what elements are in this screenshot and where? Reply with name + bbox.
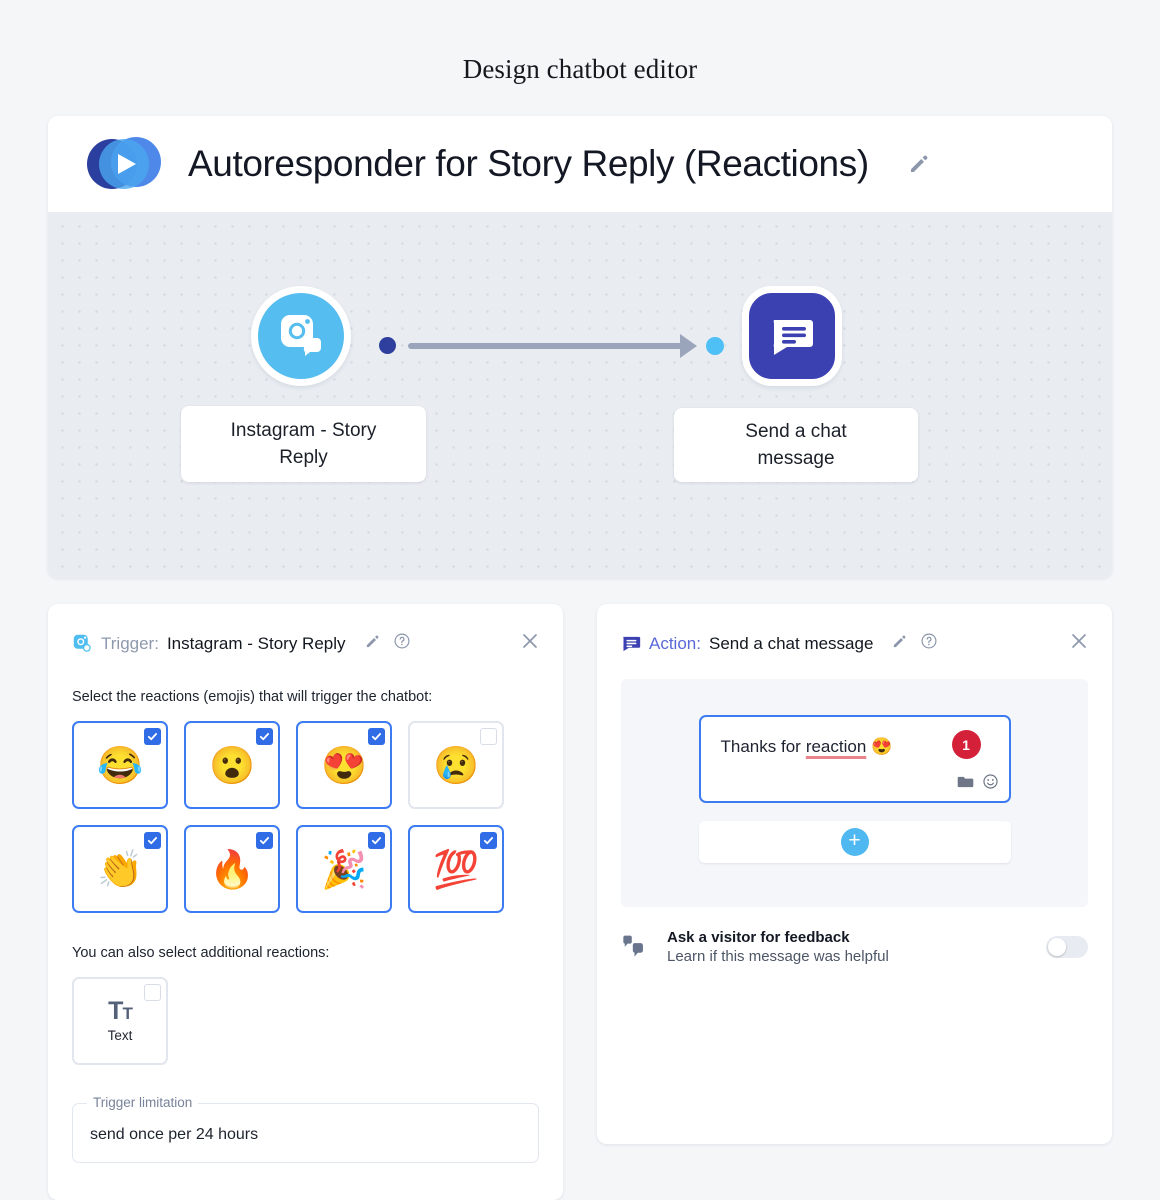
smiley-icon xyxy=(982,774,998,789)
reaction-checkbox[interactable] xyxy=(256,832,273,849)
reaction-checkbox[interactable] xyxy=(144,728,161,745)
close-icon xyxy=(523,634,537,648)
instagram-icon xyxy=(73,634,91,652)
feedback-title: Ask a visitor for feedback xyxy=(667,929,850,946)
message-text[interactable]: Thanks for reaction 😍 xyxy=(721,737,893,757)
pencil-icon xyxy=(894,635,906,647)
connector-arrowhead xyxy=(680,334,697,358)
party-popper-icon: 🎉 xyxy=(320,848,368,890)
fire-icon: 🔥 xyxy=(208,848,256,890)
attach-folder-button[interactable] xyxy=(957,773,974,795)
reaction-checkbox[interactable] xyxy=(256,728,273,745)
reaction-checkbox[interactable] xyxy=(368,832,385,849)
action-label-line1: Send a chat xyxy=(745,421,847,442)
edit-title-button[interactable] xyxy=(907,152,931,176)
reaction-option[interactable]: 💯 xyxy=(408,825,504,913)
action-panel: Action: Send a chat message Thanks for r… xyxy=(597,604,1112,1144)
page-title: Design chatbot editor xyxy=(462,54,698,84)
flow-canvas[interactable]: Instagram - Story Reply Send a chat mess… xyxy=(48,212,1112,578)
message-text-before: Thanks for xyxy=(720,737,801,756)
pencil-icon xyxy=(366,635,378,647)
flow-node-action-label[interactable]: Send a chat message xyxy=(674,408,918,482)
face-with-tears-of-joy-icon: 😂 xyxy=(96,744,144,786)
action-target-name: Send a chat message xyxy=(708,633,874,653)
feedback-setting-row: Ask a visitor for feedback Learn if this… xyxy=(621,929,1088,965)
message-input-box[interactable]: Thanks for reaction 😍 1 xyxy=(698,715,1011,803)
trigger-limitation-legend: Trigger limitation xyxy=(87,1095,199,1110)
reaction-checkbox[interactable] xyxy=(368,728,385,745)
crying-face-icon: 😢 xyxy=(432,744,480,786)
clapping-hands-icon: 👏 xyxy=(96,848,144,890)
connector-in-dot xyxy=(706,337,724,355)
message-editor-area: Thanks for reaction 😍 1 + xyxy=(621,679,1088,907)
chatbot-editor-card: Autoresponder for Story Reply (Reactions… xyxy=(48,116,1112,578)
question-circle-icon xyxy=(394,633,410,649)
reaction-option[interactable]: 👏 xyxy=(72,825,168,913)
text-reaction-option[interactable]: TT Text xyxy=(72,977,168,1065)
trigger-label-line1: Instagram - Story xyxy=(230,420,377,441)
app-header: Autoresponder for Story Reply (Reactions… xyxy=(48,116,1112,212)
trigger-close-button[interactable] xyxy=(519,630,541,657)
trigger-edit-button[interactable] xyxy=(364,633,381,655)
text-reaction-checkbox[interactable] xyxy=(144,984,161,1001)
hundred-points-icon: 💯 xyxy=(432,848,480,890)
add-message-card[interactable]: + xyxy=(698,821,1011,863)
action-kind-label: Action: xyxy=(649,633,701,653)
flow-node-action-icon[interactable] xyxy=(742,286,842,386)
plus-icon[interactable]: + xyxy=(840,828,869,856)
reaction-option[interactable]: 😮 xyxy=(184,721,280,809)
trigger-panel-header: Trigger: Instagram - Story Reply xyxy=(48,604,563,657)
app-title: Autoresponder for Story Reply (Reactions… xyxy=(188,143,869,184)
message-count-badge: 1 xyxy=(951,730,981,759)
text-reaction-label: Text xyxy=(107,1028,133,1043)
trigger-kind-label: Trigger: xyxy=(101,633,159,653)
reaction-checkbox[interactable] xyxy=(480,728,497,745)
trigger-label-line2: Reply xyxy=(279,447,328,468)
connector-line xyxy=(408,343,686,349)
pencil-icon xyxy=(910,155,928,172)
smiling-face-with-heart-eyes-icon: 😍 xyxy=(320,744,368,786)
flow-node-trigger-label[interactable]: Instagram - Story Reply xyxy=(181,406,426,482)
emoji-picker-button[interactable] xyxy=(982,773,999,795)
question-circle-icon xyxy=(921,633,937,649)
reaction-option[interactable]: 😂 xyxy=(72,721,168,809)
connector-out-dot xyxy=(379,337,396,354)
additional-reactions-label: You can also select additional reactions… xyxy=(72,945,330,961)
action-close-button[interactable] xyxy=(1068,630,1090,657)
reaction-checkbox[interactable] xyxy=(480,832,497,849)
feedback-subtitle: Learn if this message was helpful xyxy=(667,948,889,965)
reaction-checkbox[interactable] xyxy=(144,832,161,849)
folder-icon xyxy=(957,776,973,788)
message-misspelled-word: reaction xyxy=(805,737,867,756)
close-icon xyxy=(1072,634,1086,648)
action-help-button[interactable] xyxy=(920,632,938,655)
action-panel-header: Action: Send a chat message xyxy=(597,604,1112,657)
instagram-story-reply-icon xyxy=(281,315,321,356)
reaction-option[interactable]: 😍 xyxy=(296,721,392,809)
action-edit-button[interactable] xyxy=(891,633,908,655)
reaction-option[interactable]: 🎉 xyxy=(296,825,392,913)
play-circles-logo xyxy=(82,133,166,195)
trigger-panel: Trigger: Instagram - Story Reply Select … xyxy=(48,604,563,1200)
reaction-option[interactable]: 🔥 xyxy=(184,825,280,913)
face-with-open-mouth-icon: 😮 xyxy=(208,744,256,786)
thumbs-up-down-icon xyxy=(621,930,651,965)
flow-node-trigger-icon[interactable] xyxy=(251,286,351,386)
trigger-limitation-field[interactable]: Trigger limitation send once per 24 hour… xyxy=(72,1095,539,1163)
toggle-knob xyxy=(1048,938,1066,956)
text-size-icon: TT xyxy=(108,997,133,1025)
chat-message-icon xyxy=(623,636,641,651)
reaction-option[interactable]: 😢 xyxy=(408,721,504,809)
chat-message-icon xyxy=(773,320,813,355)
feedback-toggle[interactable] xyxy=(1046,936,1088,958)
trigger-help-button[interactable] xyxy=(393,632,411,655)
trigger-target-name: Instagram - Story Reply xyxy=(166,633,346,653)
action-label-line2: message xyxy=(757,448,835,469)
trigger-limitation-value: send once per 24 hours xyxy=(90,1126,259,1143)
reactions-grid: 😂 😮 😍 😢 👏 🔥 🎉 💯 xyxy=(72,721,539,913)
message-emoji: 😍 xyxy=(871,737,893,756)
reactions-instruction: Select the reactions (emojis) that will … xyxy=(72,689,433,705)
